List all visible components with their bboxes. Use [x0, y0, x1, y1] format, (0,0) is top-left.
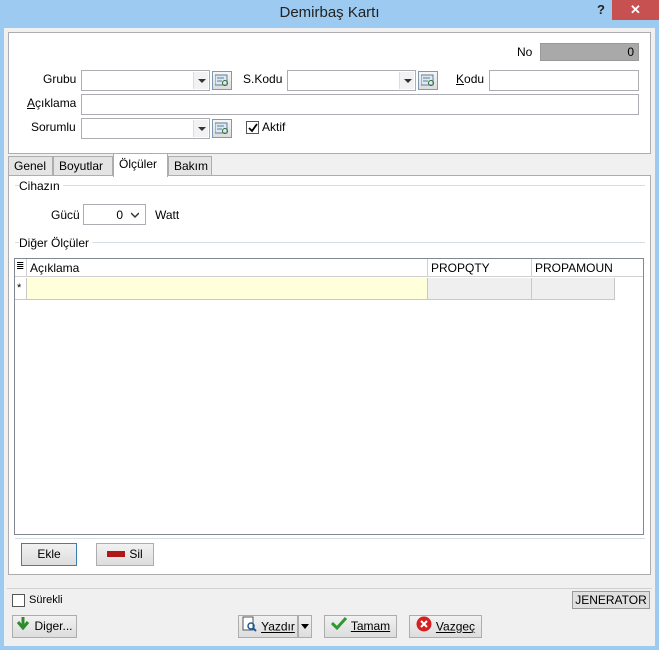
column-aciklama[interactable]: Açıklama — [27, 259, 428, 277]
no-field: 0 — [540, 43, 639, 61]
yazdir-button[interactable]: Yazdır — [238, 615, 298, 638]
tab-bakim[interactable]: Bakım — [168, 156, 212, 176]
status-bar: Sürekli JENERATOR — [7, 588, 652, 610]
remove-icon — [107, 544, 126, 565]
sil-label: Sil — [129, 547, 143, 561]
buttons-separator — [15, 538, 645, 539]
aciklama-label-rest: çıklama — [35, 96, 77, 110]
client-area: No 0 Grubu S.Kodu Kodu Açıklama Sorumlu — [4, 28, 655, 646]
arrow-down-icon — [16, 616, 30, 637]
surekli-label: Sürekli — [29, 594, 63, 606]
kodu-label-hotkey: K — [456, 72, 465, 86]
diger-group-line — [15, 242, 645, 243]
vazgec-label: Vazgeç — [435, 619, 476, 634]
tab-olculer[interactable]: Ölçüler — [113, 153, 168, 177]
print-preview-icon — [241, 616, 257, 639]
grubu-lookup-button[interactable] — [212, 71, 232, 90]
surekli-checkbox[interactable] — [12, 594, 25, 607]
jenerator-badge: JENERATOR — [572, 591, 650, 609]
cihazin-group-line — [15, 185, 645, 186]
diger-group-title: Diğer Ölçüler — [19, 236, 93, 250]
lookup-icon — [421, 74, 434, 86]
title-bar: Demirbaş Kartı ? ✕ — [0, 0, 659, 26]
column-propamount[interactable]: PROPAMOUN — [532, 259, 615, 277]
window-title: Demirbaş Kartı — [279, 4, 380, 21]
grubu-combo[interactable] — [81, 70, 210, 91]
chevron-down-icon[interactable] — [131, 211, 139, 219]
tamam-button[interactable]: Tamam — [324, 615, 397, 638]
aciklama-label: Açıklama — [27, 96, 76, 110]
cell-propqty[interactable] — [428, 278, 532, 300]
lookup-icon — [215, 74, 228, 86]
skodu-label: S.Kodu — [243, 72, 283, 86]
sil-button[interactable]: Sil — [96, 543, 154, 566]
no-label: No — [517, 45, 533, 59]
tab-boyutlar[interactable]: Boyutlar — [53, 156, 113, 176]
olculer-panel: Cihazın Gücü 0 Watt Diğer Ölçüler ≣ Açık… — [8, 175, 651, 575]
aktif-label: Aktif — [262, 120, 286, 134]
sorumlu-lookup-button[interactable] — [212, 119, 232, 138]
cihazin-group-title: Cihazın — [19, 179, 63, 193]
lookup-icon — [215, 122, 228, 134]
check-icon — [330, 616, 347, 637]
tamam-label: Tamam — [350, 619, 391, 633]
kodu-input[interactable] — [489, 70, 639, 91]
yazdir-dropdown-button[interactable] — [298, 615, 312, 638]
header-panel: No 0 Grubu S.Kodu Kodu Açıklama Sorumlu — [8, 32, 651, 154]
yazdir-label: Yazdır — [261, 619, 295, 634]
window: Demirbaş Kartı ? ✕ No 0 Grubu S.Kodu Kod… — [0, 0, 659, 650]
column-chooser-icon[interactable]: ≣ — [15, 259, 27, 277]
check-icon — [248, 123, 258, 133]
chevron-down-icon[interactable] — [193, 120, 208, 137]
grid-header: ≣ Açıklama PROPQTY PROPAMOUN — [15, 259, 643, 277]
close-button[interactable]: ✕ — [612, 0, 659, 20]
cell-propamount[interactable] — [532, 278, 615, 300]
cell-aciklama[interactable] — [27, 278, 428, 300]
help-button[interactable]: ? — [590, 0, 612, 20]
kodu-label: Kodu — [456, 72, 484, 86]
chevron-down-icon[interactable] — [399, 72, 414, 89]
vazgec-button[interactable]: Vazgeç — [409, 615, 482, 638]
aktif-checkbox[interactable] — [246, 121, 259, 134]
row-indicator: * — [15, 278, 27, 300]
tab-genel[interactable]: Genel — [8, 156, 53, 176]
skodu-lookup-button[interactable] — [418, 71, 438, 90]
kodu-label-rest: odu — [464, 72, 485, 86]
chevron-down-icon[interactable] — [193, 72, 208, 89]
aciklama-label-hotkey: A — [27, 96, 36, 110]
diger-button[interactable]: Diger... — [12, 615, 77, 638]
aciklama-input[interactable] — [81, 94, 639, 115]
column-propqty[interactable]: PROPQTY — [428, 259, 532, 277]
skodu-combo[interactable] — [287, 70, 416, 91]
cancel-icon — [416, 616, 432, 639]
chevron-down-icon — [301, 623, 309, 629]
ekle-button[interactable]: Ekle — [21, 543, 77, 566]
gucu-label: Gücü — [51, 208, 80, 222]
diger-olculer-grid[interactable]: ≣ Açıklama PROPQTY PROPAMOUN * — [14, 258, 644, 535]
diger-label: Diger... — [34, 619, 73, 633]
sorumlu-combo[interactable] — [81, 118, 210, 139]
gucu-combo[interactable]: 0 — [83, 204, 146, 225]
sorumlu-label: Sorumlu — [31, 120, 76, 134]
grubu-label: Grubu — [43, 72, 77, 86]
watt-label: Watt — [155, 208, 180, 222]
gucu-value: 0 — [116, 208, 123, 222]
